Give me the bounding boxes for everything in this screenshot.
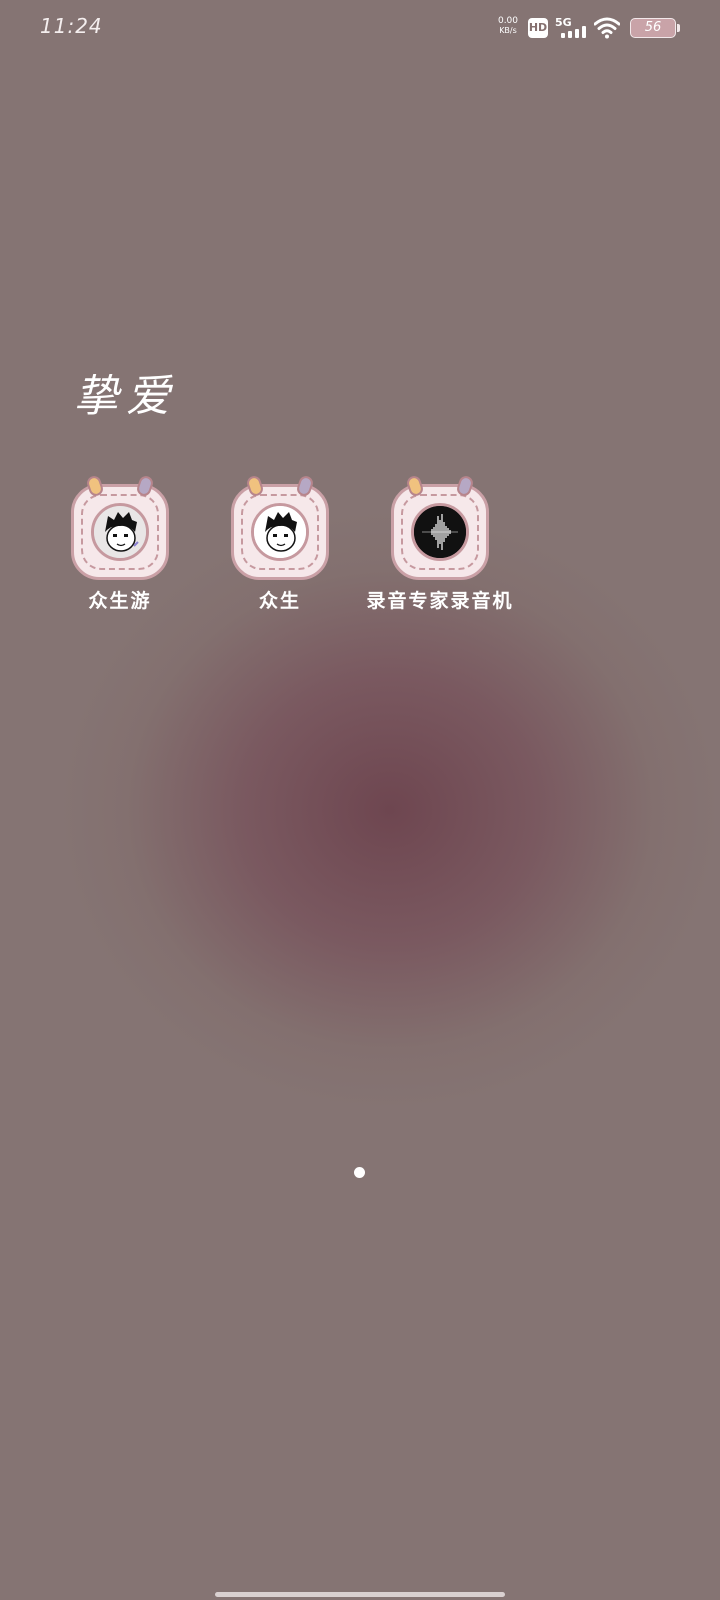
avatar-boy-icon (91, 503, 149, 561)
network-speed-unit: KB/s (499, 26, 517, 35)
signal-bars (561, 26, 587, 38)
battery-level: 56 (644, 20, 662, 35)
app-label[interactable]: 众生 (200, 586, 360, 613)
app-icon[interactable] (231, 474, 329, 580)
app-icon[interactable] (71, 474, 169, 580)
app-label[interactable]: 众生游 (40, 586, 200, 613)
app-zhongsheng[interactable]: 众生 (200, 474, 360, 613)
wifi-icon (594, 17, 620, 39)
network-speed: 0.00 KB/s (493, 16, 523, 36)
app-label[interactable]: 录音专家录音机 (360, 586, 520, 613)
app-zhongshengyou[interactable]: 众生游 (40, 474, 200, 613)
battery-tip (677, 24, 680, 32)
sound-wave-icon (411, 503, 469, 561)
page-indicator-dot (354, 1167, 365, 1178)
avatar-boy-icon (251, 503, 309, 561)
app-icon[interactable] (391, 474, 489, 580)
cellular-signal-icon: 5G (555, 16, 587, 40)
network-speed-value: 0.00 (497, 16, 519, 26)
status-bar: 11:24 0.00 KB/s HD 5G 56 (0, 0, 720, 54)
app-recorder[interactable]: 录音专家录音机 (360, 474, 520, 613)
battery-icon: 56 (630, 18, 676, 38)
home-indicator[interactable] (215, 1592, 505, 1597)
clock: 11:24 (40, 14, 103, 38)
folder-title[interactable]: 挚爱 (74, 360, 178, 424)
hd-icon: HD (528, 18, 548, 38)
